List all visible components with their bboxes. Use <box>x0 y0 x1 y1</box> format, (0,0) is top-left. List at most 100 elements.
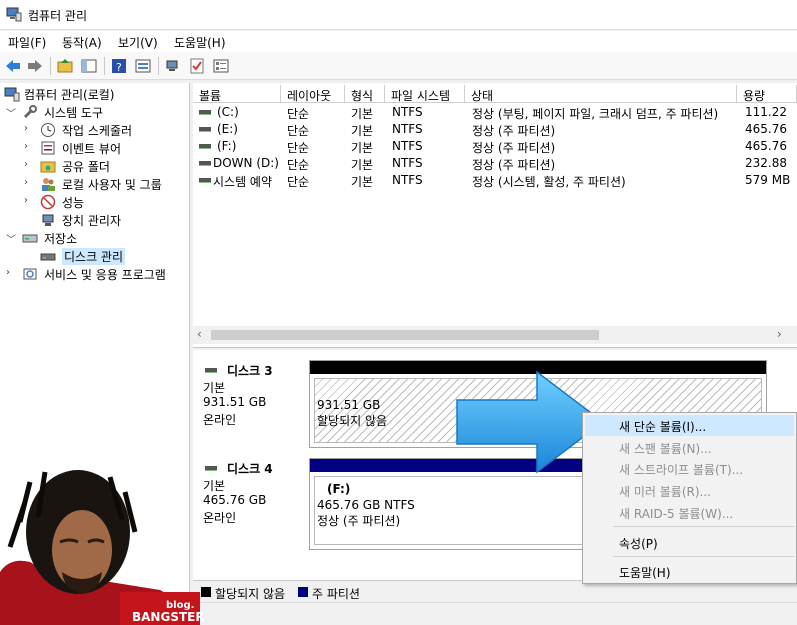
disk-3-label[interactable]: 디스크 3 기본 931.51 GB 온라인 <box>199 362 299 452</box>
context-menu: 새 단순 볼륨(I)... 새 스팬 볼륨(N)... 새 스트라이프 볼륨(T… <box>582 412 797 584</box>
volume-layout: 단순 <box>287 158 310 172</box>
check-icon[interactable] <box>188 57 206 75</box>
chevron-right-icon[interactable]: › <box>24 123 34 135</box>
column-header-filesystem[interactable]: 파일 시스템 <box>385 85 465 103</box>
toolbar-separator <box>158 57 159 75</box>
chevron-right-icon[interactable]: › <box>24 195 34 207</box>
table-row[interactable]: (E:) 단순 기본 NTFS 정상 (주 파티션) 465.76 <box>193 121 797 138</box>
volume-layout: 단순 <box>287 124 310 138</box>
show-hide-tree-icon[interactable] <box>80 57 98 75</box>
volume-layout: 단순 <box>287 107 310 121</box>
toolbar-separator <box>50 57 51 75</box>
up-folder-icon[interactable] <box>56 57 74 75</box>
volume-type: 기본 <box>351 141 374 155</box>
performance-icon <box>40 194 56 210</box>
volume-fs: NTFS <box>392 122 423 136</box>
back-arrow-icon[interactable] <box>4 57 22 75</box>
menu-help[interactable]: 도움말(H) <box>174 34 226 51</box>
column-header-layout[interactable]: 레이아웃 <box>281 85 345 103</box>
volume-name: (F:) <box>217 139 237 153</box>
menu-item-new-mirrored-volume[interactable]: 새 미러 볼륨(R)... <box>585 480 794 501</box>
menu-item-new-raid5-volume[interactable]: 새 RAID-5 볼륨(W)... <box>585 502 794 523</box>
tools-icon <box>23 105 37 119</box>
drive-icon <box>199 110 211 115</box>
tree-item-label: 저장소 <box>44 232 78 246</box>
scrollbar-thumb[interactable] <box>211 330 599 340</box>
volume-fs: NTFS <box>392 139 423 153</box>
drive-icon <box>199 178 211 183</box>
view-icon[interactable] <box>212 57 230 75</box>
volume-fs: NTFS <box>392 173 423 187</box>
disk-name: 디스크 4 <box>227 462 273 476</box>
tree-item-label: 로컬 사용자 및 그룹 <box>62 178 162 192</box>
clock-icon <box>41 123 55 137</box>
menu-separator <box>613 556 794 557</box>
horizontal-scrollbar[interactable]: ‹ › <box>193 326 797 344</box>
volume-capacity: 465.76 <box>745 139 787 153</box>
volume-type: 기본 <box>351 158 374 172</box>
toolbar-separator <box>104 57 105 75</box>
menu-action[interactable]: 동작(A) <box>62 34 102 51</box>
tree-item-label: 장치 관리자 <box>62 214 122 228</box>
users-icon <box>42 178 55 191</box>
menu-item-help[interactable]: 도움말(H) <box>585 561 794 582</box>
chevron-right-icon[interactable]: › <box>6 267 16 279</box>
volume-fs: NTFS <box>392 156 423 170</box>
volume-name: DOWN (D:) <box>213 156 279 170</box>
device-manager-icon <box>42 214 54 226</box>
scroll-right-icon[interactable]: › <box>777 327 782 341</box>
chevron-down-icon[interactable]: ﹀ <box>6 105 16 120</box>
menu-item-new-striped-volume[interactable]: 새 스트라이프 볼륨(T)... <box>585 458 794 479</box>
table-row[interactable]: 시스템 예약 단순 기본 NTFS 정상 (시스템, 활성, 주 파티션) 57… <box>193 172 797 189</box>
volume-status: 정상 (주 파티션) <box>472 158 556 172</box>
disk-state: 온라인 <box>203 413 237 427</box>
volume-capacity: 579 MB <box>745 173 791 187</box>
chevron-down-icon[interactable]: ﹀ <box>6 231 16 246</box>
column-header-status[interactable]: 상태 <box>465 85 737 103</box>
chevron-right-icon[interactable]: › <box>24 141 34 153</box>
tree-item-label: 성능 <box>62 196 85 210</box>
disk-size: 465.76 GB <box>203 493 267 507</box>
volume-layout: 단순 <box>287 141 310 155</box>
chevron-right-icon[interactable]: › <box>24 177 34 189</box>
volume-type: 기본 <box>351 107 374 121</box>
shared-folder-icon <box>40 161 56 173</box>
tree-item-label: 작업 스케줄러 <box>62 124 133 138</box>
volume-status: 정상 (주 파티션) <box>472 141 556 155</box>
drive-icon <box>199 144 211 149</box>
forward-arrow-icon[interactable] <box>26 57 44 75</box>
event-viewer-icon <box>41 141 55 155</box>
column-header-volume[interactable]: 볼륨 <box>193 85 281 103</box>
volume-type: 기본 <box>351 124 374 138</box>
watermark-line2: BANGSTER <box>132 610 205 624</box>
connect-icon[interactable] <box>164 57 182 75</box>
volume-capacity: 111.22 <box>745 105 787 119</box>
properties-icon[interactable] <box>134 57 152 75</box>
legend-label-unallocated: 할당되지 않음 <box>215 587 286 601</box>
volume-layout: 단순 <box>287 175 310 189</box>
table-row[interactable]: (F:) 단순 기본 NTFS 정상 (주 파티션) 465.76 <box>193 138 797 155</box>
menu-item-properties[interactable]: 속성(P) <box>585 532 794 553</box>
scroll-left-icon[interactable]: ‹ <box>197 327 202 341</box>
disk-icon <box>205 466 217 471</box>
chevron-right-icon[interactable]: › <box>24 159 34 171</box>
menu-item-new-spanned-volume[interactable]: 새 스팬 볼륨(N)... <box>585 437 794 458</box>
table-row[interactable]: DOWN (D:) 단순 기본 NTFS 정상 (주 파티션) 232.88 <box>193 155 797 172</box>
column-header-type[interactable]: 형식 <box>345 85 385 103</box>
legend-swatch-unallocated <box>201 587 211 597</box>
help-icon[interactable]: ? <box>110 57 128 75</box>
volume-fs: NTFS <box>392 105 423 119</box>
disk-4-label[interactable]: 디스크 4 기본 465.76 GB 온라인 <box>199 460 299 550</box>
tree-item-label: 디스크 관리 <box>62 248 126 265</box>
menu-file[interactable]: 파일(F) <box>8 34 46 51</box>
volume-list: 볼륨 레이아웃 형식 파일 시스템 상태 용량 (C:) 단순 기본 NTFS … <box>193 83 797 348</box>
column-header-capacity[interactable]: 용량 <box>737 85 797 103</box>
menu-view[interactable]: 보기(V) <box>118 34 158 51</box>
table-row[interactable]: (C:) 단순 기본 NTFS 정상 (부팅, 페이지 파일, 크래시 덤프, … <box>193 104 797 121</box>
menu-item-new-simple-volume[interactable]: 새 단순 볼륨(I)... <box>585 415 794 436</box>
tree-item-label: 서비스 및 응용 프로그램 <box>44 268 166 282</box>
computer-management-icon <box>6 7 22 22</box>
disk-kind: 기본 <box>203 381 226 395</box>
legend-label-primary: 주 파티션 <box>312 587 360 601</box>
svg-text:?: ? <box>116 61 122 74</box>
